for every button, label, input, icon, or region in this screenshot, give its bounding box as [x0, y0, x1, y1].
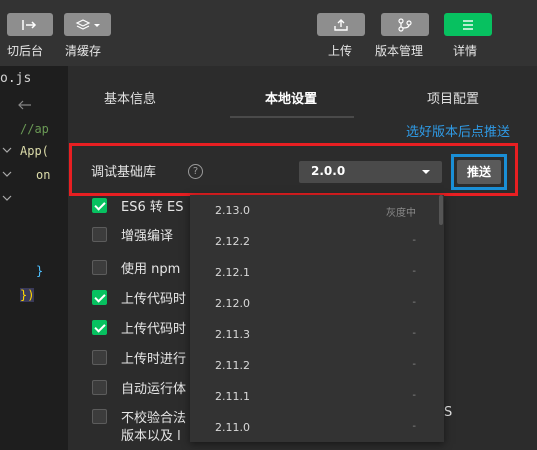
dropdown-item[interactable]: 2.12.1 -: [190, 257, 444, 288]
option-label: 上传代码时: [121, 322, 187, 337]
version-tag: -: [412, 421, 416, 432]
tab-basic-info[interactable]: 基本信息: [104, 88, 156, 107]
switch-background-icon: [22, 19, 37, 30]
arrow-left-icon: [18, 100, 31, 110]
checkbox[interactable]: [92, 260, 107, 275]
code-line: on: [36, 168, 51, 182]
caret-down-icon: [422, 170, 430, 174]
checkbox[interactable]: [92, 290, 107, 305]
dropdown-item[interactable]: 2.11.3 -: [190, 319, 444, 350]
top-toolbar: 切后台 清缓存 上传 版本管理 详情: [0, 0, 537, 66]
clear-cache-button[interactable]: [64, 13, 111, 36]
version-label: 2.11.2: [215, 359, 250, 372]
branch-icon: [398, 17, 412, 32]
push-hint-text: 选好版本后点推送: [405, 125, 510, 140]
dropdown-item[interactable]: 2.12.2 -: [190, 226, 444, 257]
version-tag: -: [412, 235, 416, 246]
checkbox[interactable]: [92, 320, 107, 335]
option-label: 增强编译: [121, 229, 174, 244]
version-label: 2.11.3: [215, 328, 250, 341]
dropdown-item[interactable]: 2.11.2 -: [190, 350, 444, 381]
option-label: ES6 转 ES: [121, 200, 184, 215]
base-lib-selected-value: 2.0.0: [311, 164, 346, 178]
checkbox[interactable]: [92, 409, 107, 424]
base-lib-select[interactable]: 2.0.0: [299, 161, 442, 183]
dropdown-item[interactable]: 2.11.1 -: [190, 381, 444, 412]
clear-cache-label: 清缓存: [65, 44, 102, 58]
checkbox[interactable]: [92, 227, 107, 242]
version-management-button[interactable]: [381, 13, 429, 36]
details-button[interactable]: [444, 13, 492, 36]
menu-icon: [463, 19, 473, 30]
file-name: o.js: [0, 71, 32, 86]
version-tag: -: [412, 390, 416, 401]
dropdown-item[interactable]: 2.11.0 -: [190, 412, 444, 442]
upload-button[interactable]: [317, 13, 365, 36]
option-label: 上传时进行: [121, 352, 187, 367]
active-tab-underline: [230, 116, 354, 118]
tab-project-config[interactable]: 项目配置: [427, 88, 479, 107]
tab-local-settings[interactable]: 本地设置: [265, 88, 317, 107]
fold-chevron-icon[interactable]: [2, 146, 12, 154]
code-line: }): [20, 288, 35, 302]
version-management-label: 版本管理: [375, 44, 424, 58]
push-button[interactable]: 推送: [457, 160, 501, 184]
settings-tabs: 基本信息 本地设置 项目配置: [68, 66, 530, 118]
option-label: 使用 npm: [121, 262, 181, 277]
checkbox[interactable]: [92, 350, 107, 365]
option-label-continued: 版本以及 l: [121, 429, 181, 444]
code-line: App(: [20, 144, 49, 158]
option-label: 自动运行体: [121, 382, 187, 397]
version-tag: -: [412, 359, 416, 370]
version-label: 2.13.0: [215, 204, 250, 217]
version-label: 2.12.2: [215, 235, 250, 248]
version-tag: -: [412, 297, 416, 308]
code-editor-strip[interactable]: o.js //ap App( on } }): [0, 66, 68, 450]
upload-label: 上传: [328, 44, 353, 58]
version-label: 2.12.1: [215, 266, 250, 279]
dropdown-item[interactable]: 2.12.0 -: [190, 288, 444, 319]
code-line: }: [36, 264, 44, 278]
base-lib-dropdown[interactable]: 2.13.0 灰度中 2.12.2 - 2.12.1 - 2.12.0 - 2.…: [190, 195, 444, 442]
code-line: //ap: [20, 122, 49, 136]
option-label: 上传代码时: [121, 292, 187, 307]
version-label: 2.12.0: [215, 297, 250, 310]
help-icon[interactable]: ?: [188, 164, 203, 179]
version-tag: -: [412, 328, 416, 339]
version-label: 2.11.1: [215, 390, 250, 403]
details-label: 详情: [453, 44, 478, 58]
option-label: 不校验合法: [121, 411, 187, 426]
checkbox[interactable]: [92, 198, 107, 213]
truncated-text: S: [444, 405, 453, 420]
switch-background-label: 切后台: [7, 44, 44, 58]
layers-icon: [75, 18, 100, 30]
version-label: 2.11.0: [215, 421, 250, 434]
upload-icon: [334, 18, 348, 31]
version-tag: 灰度中: [386, 208, 416, 219]
checkbox[interactable]: [92, 380, 107, 395]
version-tag: -: [412, 266, 416, 277]
fold-chevron-icon[interactable]: [2, 194, 12, 202]
base-lib-label: 调试基础库: [91, 165, 157, 180]
fold-chevron-icon[interactable]: [2, 170, 12, 178]
switch-background-button[interactable]: [7, 13, 53, 36]
dropdown-item[interactable]: 2.13.0 灰度中: [190, 195, 444, 226]
